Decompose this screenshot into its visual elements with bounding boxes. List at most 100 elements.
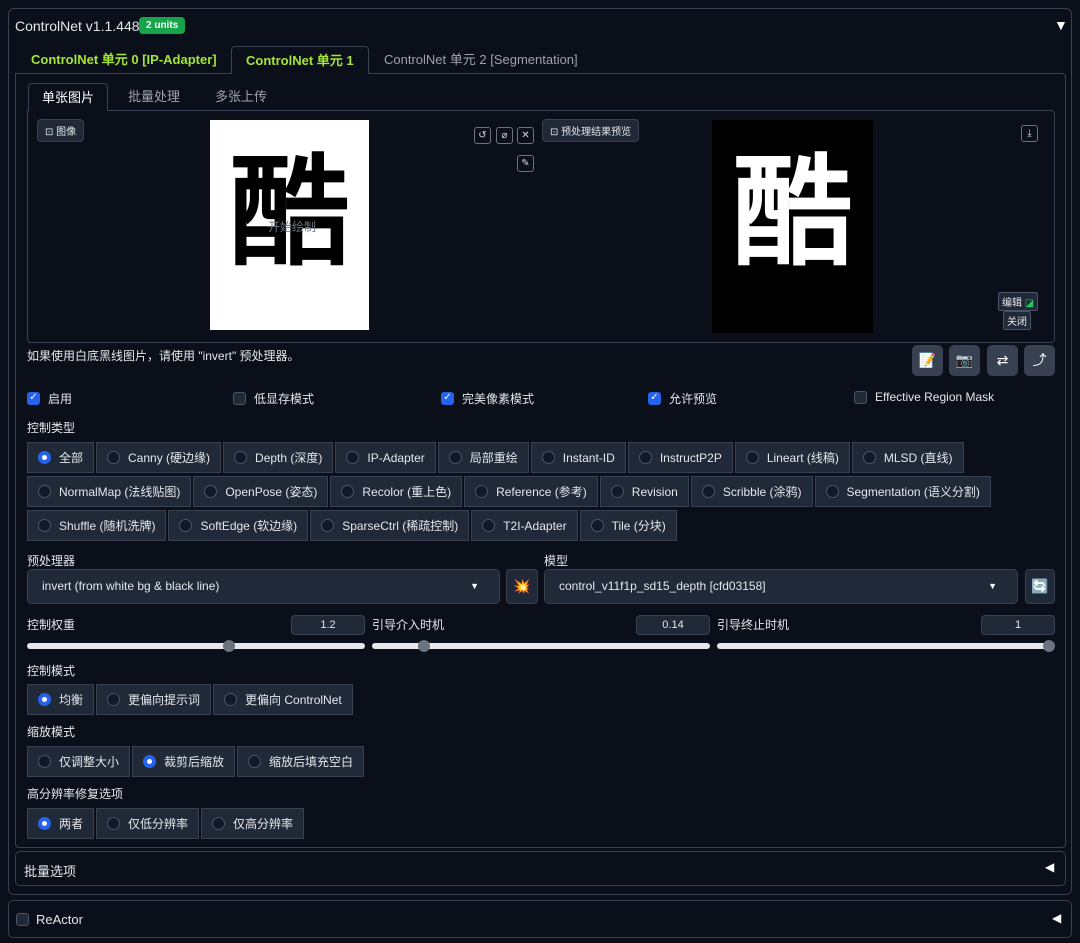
enable-checkbox[interactable]: ✓ 启用	[27, 390, 72, 407]
weight-slider[interactable]	[27, 643, 365, 649]
end-input[interactable]: 1	[981, 615, 1055, 635]
radio-shuffle[interactable]: Shuffle (随机洗牌)	[27, 510, 167, 541]
start-slider-thumb[interactable]	[417, 640, 430, 652]
preview-character: 酷	[732, 142, 853, 283]
weight-label: 控制权重	[27, 618, 76, 632]
invert-hint: 如果使用白底黑线图片，请使用 "invert" 预处理器。	[27, 349, 300, 363]
input-character: 酷	[229, 142, 350, 283]
radio-controlnet-important[interactable]: 更偏向 ControlNet	[213, 684, 353, 715]
radio-t2i-adapter[interactable]: T2I-Adapter	[471, 510, 578, 541]
notes-icon[interactable]: 📝	[912, 345, 943, 376]
radio-balanced[interactable]: 均衡	[27, 684, 95, 715]
radio-prompt-important[interactable]: 更偏向提示词	[96, 684, 212, 715]
image-input-label: ⊡ 图像	[37, 119, 85, 142]
check-icon: ✓	[648, 392, 661, 405]
expand-left-icon[interactable]: ◀	[1045, 860, 1054, 874]
low-vram-checkbox[interactable]: 低显存模式	[233, 390, 314, 407]
control-type-row-3: Shuffle (随机洗牌) SoftEdge (软边缘) SparseCtrl…	[27, 510, 679, 541]
pixel-perfect-checkbox[interactable]: ✓ 完美像素模式	[441, 390, 534, 407]
radio-instant-id[interactable]: Instant-ID	[530, 442, 626, 473]
start-input[interactable]: 0.14	[636, 615, 710, 635]
radio-openpose[interactable]: OpenPose (姿态)	[193, 476, 329, 507]
tab-single-image[interactable]: 单张图片	[28, 83, 109, 111]
check-icon: ✓	[441, 392, 454, 405]
radio-all[interactable]: 全部	[27, 442, 95, 473]
run-preprocessor-icon[interactable]: 💥	[506, 569, 538, 604]
model-dropdown[interactable]: control_v11f1p_sd15_depth [cfd03158] ▼	[544, 569, 1018, 604]
radio-normalmap[interactable]: NormalMap (法线贴图)	[27, 476, 192, 507]
end-label: 引导终止时机	[717, 618, 790, 632]
radio-softedge[interactable]: SoftEdge (软边缘)	[168, 510, 309, 541]
resize-mode-group: 仅调整大小 裁剪后缩放 缩放后填充空白	[27, 746, 366, 777]
preview-image: 酷	[712, 120, 873, 333]
collapse-icon[interactable]: ▼	[1054, 17, 1068, 33]
weight-input[interactable]: 1.2	[291, 615, 365, 635]
undo-icon[interactable]: ↺	[474, 127, 491, 144]
control-type-row-1: 全部 Canny (硬边缘) Depth (深度) IP-Adapter 局部重…	[27, 442, 966, 473]
brush-icon[interactable]: ✎	[517, 155, 534, 172]
weight-slider-thumb[interactable]	[222, 640, 235, 652]
edit-button[interactable]: 编辑 ◪	[998, 292, 1039, 311]
radio-low-res-only[interactable]: 仅低分辨率	[96, 808, 200, 839]
radio-both[interactable]: 两者	[27, 808, 95, 839]
radio-crop-resize[interactable]: 裁剪后缩放	[132, 746, 236, 777]
chevron-down-icon: ▼	[988, 581, 997, 591]
chevron-down-icon: ▼	[470, 581, 479, 591]
batch-options-accordion[interactable]	[15, 851, 1066, 886]
radio-recolor[interactable]: Recolor (重上色)	[330, 476, 463, 507]
radio-canny[interactable]: Canny (硬边缘)	[96, 442, 222, 473]
end-slider[interactable]	[717, 643, 1055, 649]
close-preview-button[interactable]: 关闭	[1003, 311, 1031, 330]
download-icon[interactable]: ⤓	[1021, 125, 1038, 142]
swap-icon[interactable]: ⇄	[987, 345, 1018, 376]
start-drawing-hint: 开始绘制	[268, 220, 317, 234]
send-dimensions-icon[interactable]: ⤴	[1024, 345, 1055, 376]
radio-reference[interactable]: Reference (参考)	[464, 476, 598, 507]
radio-resize-fill[interactable]: 缩放后填充空白	[237, 746, 365, 777]
reactor-checkbox[interactable]	[16, 913, 29, 926]
tab-batch[interactable]: 批量处理	[115, 83, 193, 111]
radio-revision[interactable]: Revision	[599, 476, 689, 507]
units-badge: 2 units	[139, 17, 186, 34]
reactor-accordion[interactable]	[8, 900, 1072, 938]
radio-ip-adapter[interactable]: IP-Adapter	[335, 442, 436, 473]
preprocessor-dropdown[interactable]: invert (from white bg & black line) ▼	[27, 569, 500, 604]
expand-left-icon[interactable]: ◀	[1052, 911, 1061, 925]
radio-mlsd[interactable]: MLSD (直线)	[851, 442, 964, 473]
image-area	[27, 110, 1055, 343]
tab-multi-upload[interactable]: 多张上传	[202, 83, 280, 111]
edit-icon: ◪	[1022, 298, 1035, 309]
hires-fix-group: 两者 仅低分辨率 仅高分辨率	[27, 808, 306, 839]
resize-mode-label: 缩放模式	[27, 725, 76, 739]
preprocessor-label: 预处理器	[27, 554, 76, 568]
control-type-row-2: NormalMap (法线贴图) OpenPose (姿态) Recolor (…	[27, 476, 993, 507]
control-mode-label: 控制模式	[27, 664, 76, 678]
camera-icon[interactable]: 📷	[949, 345, 980, 376]
close-icon[interactable]: ✕	[517, 127, 534, 144]
tab-unit-1[interactable]: ControlNet 单元 1	[231, 46, 369, 74]
radio-sparsectrl[interactable]: SparseCtrl (稀疏控制)	[310, 510, 470, 541]
radio-tile[interactable]: Tile (分块)	[579, 510, 677, 541]
radio-just-resize[interactable]: 仅调整大小	[27, 746, 131, 777]
eraser-icon[interactable]: ⌀	[496, 127, 513, 144]
radio-scribble[interactable]: Scribble (涂鸦)	[690, 476, 813, 507]
radio-lineart[interactable]: Lineart (线稿)	[734, 442, 850, 473]
preview-label: ⊡ 预处理结果预览	[542, 119, 640, 142]
control-mode-group: 均衡 更偏向提示词 更偏向 ControlNet	[27, 684, 355, 715]
tab-unit-0[interactable]: ControlNet 单元 0 [IP-Adapter]	[17, 46, 231, 74]
controlnet-title[interactable]: ControlNet v1.1.448	[15, 18, 140, 34]
radio-inpaint[interactable]: 局部重绘	[437, 442, 529, 473]
radio-depth[interactable]: Depth (深度)	[223, 442, 334, 473]
radio-instructp2p[interactable]: InstructP2P	[627, 442, 733, 473]
start-label: 引导介入时机	[372, 618, 445, 632]
end-slider-thumb[interactable]	[1043, 640, 1055, 652]
radio-segmentation[interactable]: Segmentation (语义分割)	[814, 476, 991, 507]
effective-region-mask-checkbox[interactable]: Effective Region Mask	[854, 390, 994, 404]
radio-high-res-only[interactable]: 仅高分辨率	[201, 808, 305, 839]
refresh-icon[interactable]: 🔄	[1025, 569, 1055, 604]
reactor-label: ReActor	[36, 912, 83, 927]
model-label: 模型	[544, 554, 569, 568]
image-icon: ⊡	[45, 127, 57, 138]
tab-unit-2[interactable]: ControlNet 单元 2 [Segmentation]	[370, 46, 592, 74]
allow-preview-checkbox[interactable]: ✓ 允许预览	[648, 390, 717, 407]
